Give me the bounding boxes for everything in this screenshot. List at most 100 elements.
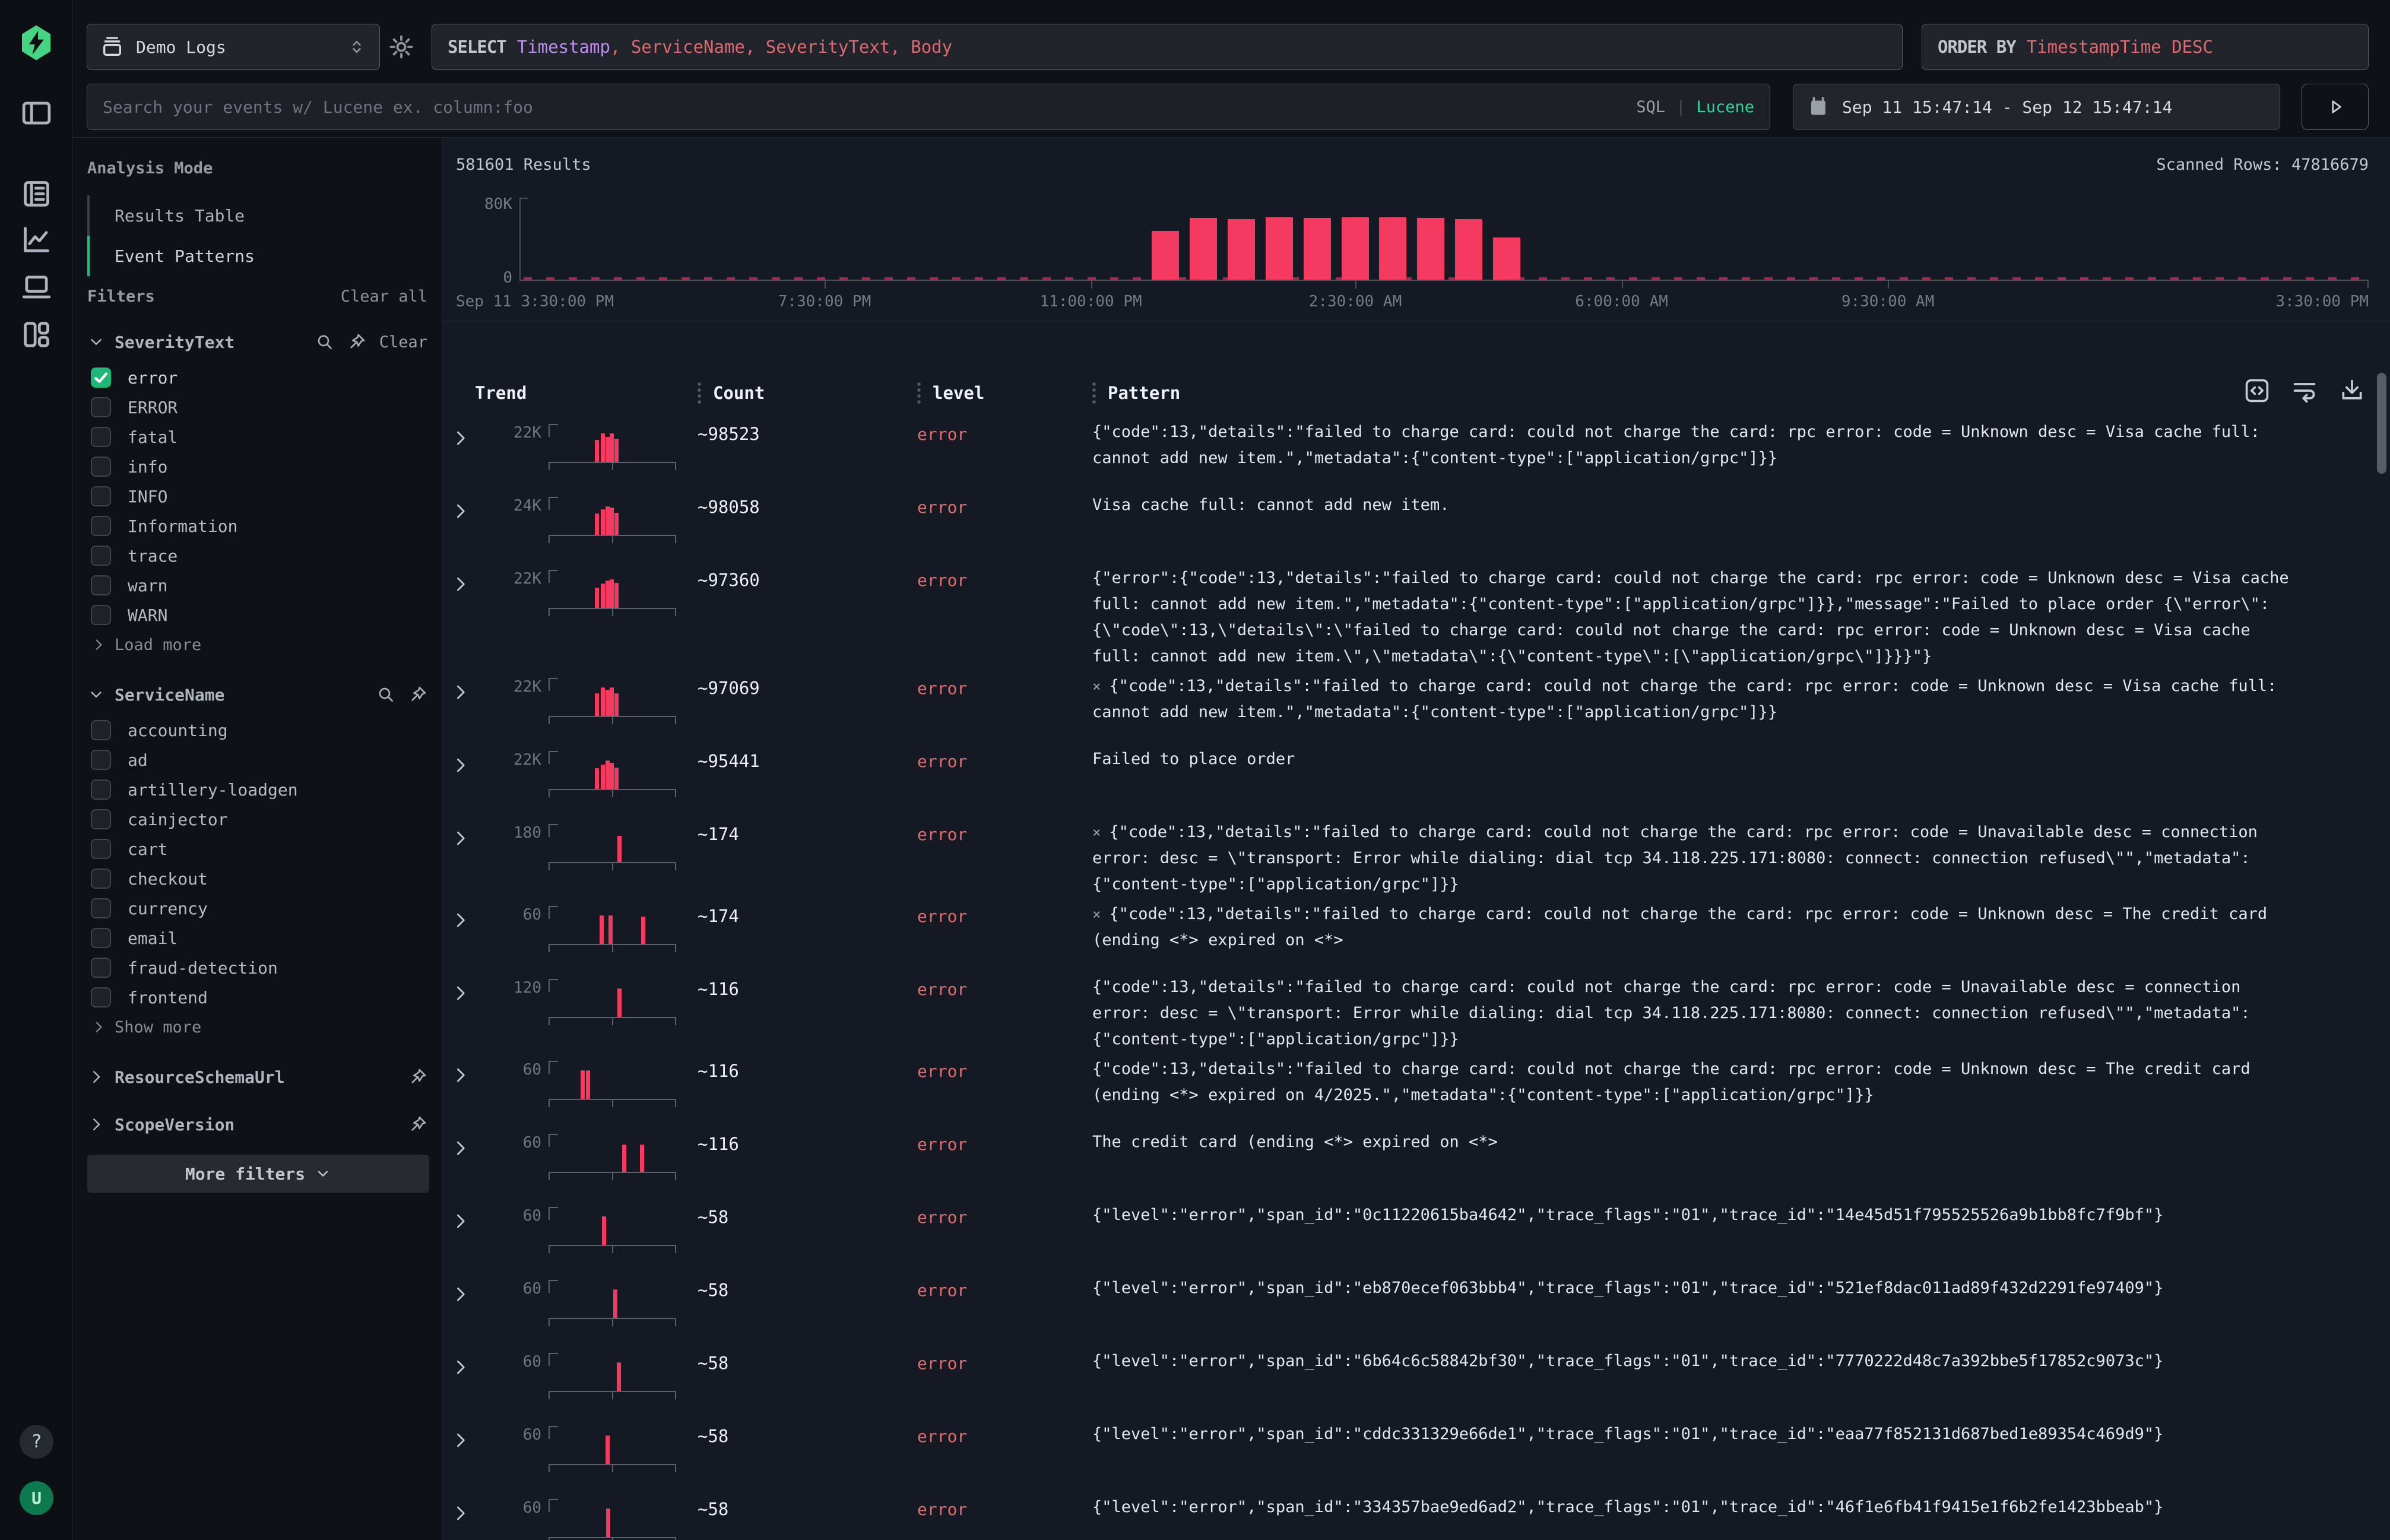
panel-toggle-icon[interactable] bbox=[20, 96, 53, 130]
expand-row-chevron-icon[interactable] bbox=[451, 502, 475, 521]
filter-option[interactable]: info bbox=[87, 452, 427, 481]
checkbox-unchecked[interactable] bbox=[91, 516, 111, 536]
expand-row-chevron-icon[interactable] bbox=[451, 429, 475, 448]
filter-option[interactable]: Information bbox=[87, 511, 427, 541]
checkbox-unchecked[interactable] bbox=[91, 486, 111, 506]
pin-icon[interactable] bbox=[408, 1067, 427, 1086]
column-header-trend[interactable]: Trend bbox=[475, 383, 527, 403]
column-drag-handle[interactable] bbox=[917, 381, 921, 405]
source-settings-gear-icon[interactable] bbox=[388, 33, 415, 61]
checkbox-unchecked[interactable] bbox=[91, 750, 111, 770]
filter-group-scopeversion[interactable]: ScopeVersion bbox=[87, 1112, 427, 1137]
filter-option[interactable]: error bbox=[87, 363, 427, 392]
pattern-text[interactable]: {"code":13,"details":"failed to charge c… bbox=[1092, 974, 2303, 1053]
mode-results-table[interactable]: Results Table bbox=[87, 195, 427, 236]
download-icon[interactable] bbox=[2339, 378, 2365, 404]
expand-row-chevron-icon[interactable] bbox=[451, 829, 475, 848]
select-clause-input[interactable]: SELECT Timestamp , ServiceName, Severity… bbox=[432, 24, 1903, 70]
wrap-text-icon[interactable] bbox=[2291, 378, 2318, 404]
pin-icon[interactable] bbox=[408, 1115, 427, 1134]
language-toggle-lucene[interactable]: Lucene bbox=[1696, 98, 1754, 116]
load-more-link[interactable]: Load more bbox=[87, 630, 427, 660]
dashboards-icon[interactable] bbox=[20, 318, 53, 351]
filter-option[interactable]: ERROR bbox=[87, 392, 427, 422]
column-header-level[interactable]: level bbox=[933, 383, 984, 403]
filter-option[interactable]: checkout bbox=[87, 864, 427, 893]
checkbox-unchecked[interactable] bbox=[91, 575, 111, 595]
filter-option[interactable]: accounting bbox=[87, 715, 427, 745]
filter-option[interactable]: email bbox=[87, 923, 427, 953]
filter-option[interactable]: ad bbox=[87, 745, 427, 775]
pattern-text[interactable]: ×{"code":13,"details":"failed to charge … bbox=[1092, 673, 2303, 725]
pin-icon[interactable] bbox=[408, 685, 427, 704]
table-row[interactable]: 60 ~116 error The credit card (ending <*… bbox=[442, 1126, 2390, 1199]
filter-option[interactable]: fraud-detection bbox=[87, 953, 427, 983]
clear-all-link[interactable]: Clear all bbox=[341, 287, 427, 306]
pattern-text[interactable]: {"level":"error","span_id":"334357bae9ed… bbox=[1092, 1494, 2303, 1520]
code-block-icon[interactable] bbox=[2244, 378, 2270, 404]
filter-option[interactable]: WARN bbox=[87, 600, 427, 630]
checkbox-unchecked[interactable] bbox=[91, 869, 111, 889]
search-icon[interactable] bbox=[315, 332, 334, 351]
filter-group-severitytext[interactable]: SeverityText Clear bbox=[87, 329, 427, 354]
checkbox-checked[interactable] bbox=[91, 367, 111, 388]
table-row[interactable]: 60 ~116 error {"code":13,"details":"fail… bbox=[442, 1053, 2390, 1126]
checkbox-unchecked[interactable] bbox=[91, 546, 111, 566]
checkbox-unchecked[interactable] bbox=[91, 809, 111, 829]
pattern-text[interactable]: Failed to place order bbox=[1092, 746, 2303, 772]
pattern-text[interactable]: {"code":13,"details":"failed to charge c… bbox=[1092, 419, 2303, 471]
filter-option[interactable]: frontend bbox=[87, 983, 427, 1012]
expand-row-chevron-icon[interactable] bbox=[451, 1504, 475, 1523]
pattern-text[interactable]: {"level":"error","span_id":"6b64c6c58842… bbox=[1092, 1348, 2303, 1374]
table-row[interactable]: 60 ~58 error {"level":"error","span_id":… bbox=[442, 1345, 2390, 1418]
user-avatar[interactable]: U bbox=[20, 1481, 53, 1515]
filter-option[interactable]: currency bbox=[87, 893, 427, 923]
expand-row-chevron-icon[interactable] bbox=[451, 575, 475, 594]
search-input[interactable]: Search your events w/ Lucene ex. column:… bbox=[87, 84, 1770, 130]
pattern-text[interactable]: ×{"code":13,"details":"failed to charge … bbox=[1092, 901, 2303, 953]
table-row[interactable]: 24K ~98058 error Visa cache full: cannot… bbox=[442, 489, 2390, 562]
column-header-pattern[interactable]: Pattern bbox=[1108, 383, 1180, 403]
filter-option[interactable]: fatal bbox=[87, 422, 427, 452]
table-row[interactable]: 22K ~95441 error Failed to place order bbox=[442, 743, 2390, 816]
order-by-input[interactable]: ORDER BY TimestampTime DESC bbox=[1922, 24, 2369, 70]
expand-row-chevron-icon[interactable] bbox=[451, 984, 475, 1003]
table-row[interactable]: 22K ~98523 error {"code":13,"details":"f… bbox=[442, 416, 2390, 489]
pattern-text[interactable]: {"error":{"code":13,"details":"failed to… bbox=[1092, 565, 2303, 670]
table-row[interactable]: 180 ~174 error ×{"code":13,"details":"fa… bbox=[442, 816, 2390, 898]
checkbox-unchecked[interactable] bbox=[91, 839, 111, 859]
hyperdx-logo-icon[interactable] bbox=[15, 24, 57, 62]
language-toggle-sql[interactable]: SQL bbox=[1636, 98, 1665, 116]
table-row[interactable]: 60 ~58 error {"level":"error","span_id":… bbox=[442, 1199, 2390, 1272]
filter-option[interactable]: artillery-loadgen bbox=[87, 775, 427, 804]
table-row[interactable]: 22K ~97069 error ×{"code":13,"details":"… bbox=[442, 670, 2390, 743]
table-row[interactable]: 60 ~58 error {"level":"error","span_id":… bbox=[442, 1272, 2390, 1345]
expand-row-chevron-icon[interactable] bbox=[451, 1358, 475, 1377]
show-more-link[interactable]: Show more bbox=[87, 1012, 427, 1042]
filter-group-resourceschemaurl[interactable]: ResourceSchemaUrl bbox=[87, 1064, 427, 1089]
pattern-text[interactable]: {"level":"error","span_id":"0c11220615ba… bbox=[1092, 1202, 2303, 1228]
checkbox-unchecked[interactable] bbox=[91, 457, 111, 477]
filter-group-servicename[interactable]: ServiceName bbox=[87, 682, 427, 707]
filter-option[interactable]: trace bbox=[87, 541, 427, 571]
pin-icon[interactable] bbox=[347, 332, 366, 351]
filter-option[interactable]: cainjector bbox=[87, 804, 427, 834]
run-query-button[interactable] bbox=[2302, 84, 2369, 130]
checkbox-unchecked[interactable] bbox=[91, 605, 111, 625]
table-row[interactable]: 60 ~58 error {"level":"error","span_id":… bbox=[442, 1418, 2390, 1491]
clear-filter-link[interactable]: Clear bbox=[379, 333, 427, 351]
expand-row-chevron-icon[interactable] bbox=[451, 911, 475, 930]
expand-row-chevron-icon[interactable] bbox=[451, 1212, 475, 1231]
pattern-text[interactable]: The credit card (ending <*> expired on <… bbox=[1092, 1129, 2303, 1155]
expand-row-chevron-icon[interactable] bbox=[451, 1431, 475, 1450]
checkbox-unchecked[interactable] bbox=[91, 427, 111, 447]
mode-event-patterns[interactable]: Event Patterns bbox=[87, 236, 427, 276]
expand-row-chevron-icon[interactable] bbox=[451, 683, 475, 702]
checkbox-unchecked[interactable] bbox=[91, 958, 111, 978]
client-sessions-icon[interactable] bbox=[20, 270, 53, 304]
help-button[interactable]: ? bbox=[20, 1425, 53, 1459]
filter-option[interactable]: INFO bbox=[87, 481, 427, 511]
checkbox-unchecked[interactable] bbox=[91, 928, 111, 948]
checkbox-unchecked[interactable] bbox=[91, 720, 111, 740]
more-filters-button[interactable]: More filters bbox=[87, 1155, 429, 1193]
